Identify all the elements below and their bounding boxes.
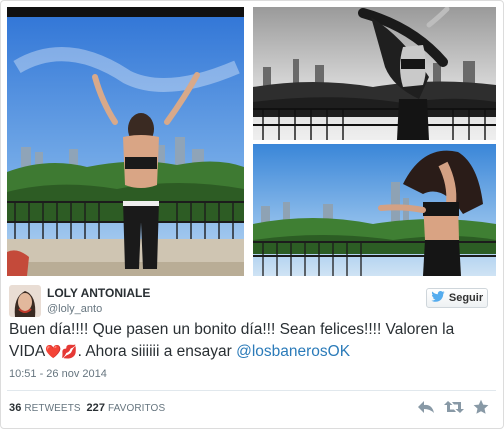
retweets-label: RETWEETS xyxy=(24,403,81,414)
user-display-name[interactable]: LOLY ANTONIALE xyxy=(47,286,150,300)
photo-balcony-arms-raised[interactable] xyxy=(7,7,244,276)
follow-button-label: Seguir xyxy=(448,292,484,304)
favorites-stat[interactable]: 227 FAVORITOS xyxy=(86,402,166,414)
photo-grid xyxy=(7,7,496,276)
retweet-icon[interactable] xyxy=(444,399,464,415)
tweet-text: Buen día!!!! Que pasen un bonito día!!! … xyxy=(9,319,489,363)
favorite-icon[interactable] xyxy=(473,399,489,415)
photo-city-skyline-bw[interactable] xyxy=(253,7,496,140)
retweets-count: 36 xyxy=(9,402,22,414)
follow-button[interactable]: Seguir xyxy=(426,288,488,308)
tweet-card: LOLY ANTONIALE @loly_anto Seguir Buen dí… xyxy=(0,0,504,429)
reply-icon[interactable] xyxy=(417,399,435,415)
avatar[interactable] xyxy=(9,285,41,317)
photo-city-skyline-workout[interactable] xyxy=(253,144,496,276)
tweet-timestamp[interactable]: 10:51 - 26 nov 2014 xyxy=(9,368,107,380)
tweet-stats: 36 RETWEETS 227 FAVORITOS xyxy=(9,402,165,414)
favorites-label: FAVORITOS xyxy=(108,403,166,414)
favorites-count: 227 xyxy=(86,402,106,414)
user-handle[interactable]: @loly_anto xyxy=(47,303,102,315)
mention-link[interactable]: @losbanerosOK xyxy=(236,343,350,360)
divider xyxy=(7,390,496,391)
twitter-bird-icon xyxy=(431,291,445,305)
retweets-stat[interactable]: 36 RETWEETS xyxy=(9,402,81,414)
tweet-text-part2: . Ahora siiiiii a ensayar xyxy=(77,343,237,360)
tweet-emoji: ❤️💋 xyxy=(45,344,78,359)
